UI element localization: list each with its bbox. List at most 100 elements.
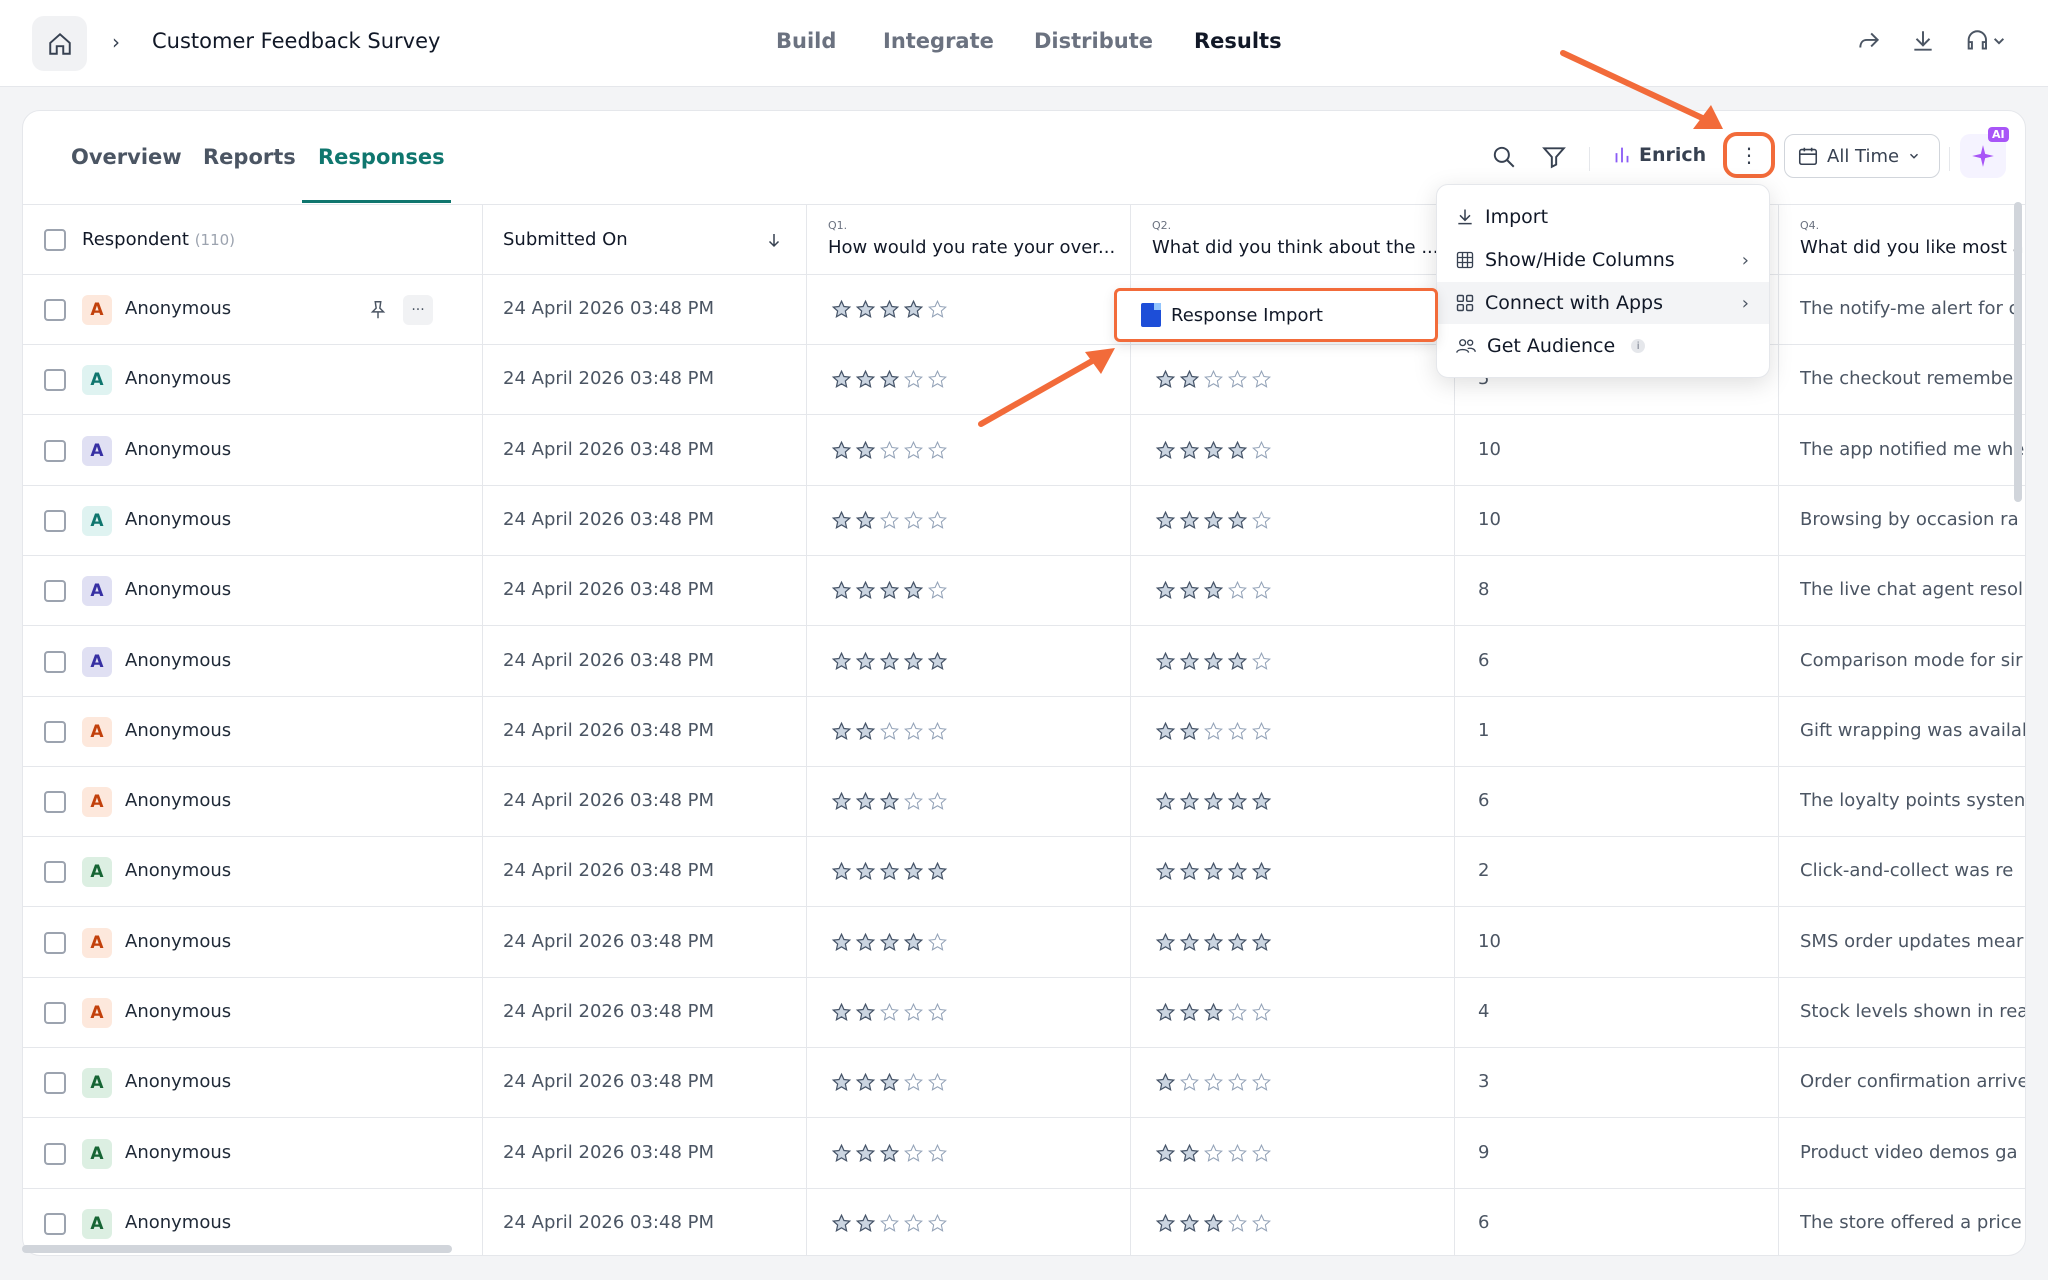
respondent-name[interactable]: Anonymous [125, 860, 231, 881]
horizontal-scrollbar[interactable] [22, 1245, 452, 1253]
date-range-select[interactable]: All Time [1784, 134, 1940, 178]
q2-number: Q2. [1152, 219, 1172, 232]
respondent-name[interactable]: Anonymous [125, 298, 231, 319]
respondent-name[interactable]: Anonymous [125, 1142, 231, 1163]
star-icon [1203, 862, 1224, 881]
pin-icon[interactable] [367, 299, 389, 321]
date-range-value: All Time [1827, 145, 1900, 167]
vertical-scrollbar[interactable] [2014, 202, 2022, 502]
menu-item-get-audience[interactable]: Get Audience i [1437, 325, 1769, 367]
row-checkbox[interactable] [44, 509, 66, 532]
star-icon [855, 791, 876, 811]
submenu-response-import[interactable]: Response Import [1114, 288, 1438, 342]
table-row[interactable]: A Anonymous 24 April 2026 03:48 PM 3 Order c… [23, 1048, 2025, 1119]
row-checkbox[interactable] [44, 369, 66, 392]
tab-responses[interactable]: Responses [318, 145, 445, 169]
q4-answer: Click-and-collect was re [1800, 860, 2014, 882]
row-checkbox[interactable] [44, 1212, 66, 1235]
star-icon [879, 299, 900, 318]
share-icon[interactable] [1856, 28, 1882, 54]
submitted-date: 24 April 2026 03:48 PM [503, 649, 714, 671]
download-icon[interactable] [1910, 28, 1936, 54]
star-icon [904, 792, 923, 810]
filter-icon[interactable] [1541, 144, 1567, 170]
submitted-on-header[interactable]: Submitted On [503, 229, 628, 250]
tab-reports[interactable]: Reports [203, 145, 296, 169]
star-icon [904, 1073, 923, 1092]
menu-item-connect-with-apps[interactable]: Connect with Apps › [1437, 282, 1769, 324]
nav-integrate[interactable]: Integrate [883, 29, 994, 53]
star-icon [903, 580, 924, 600]
respondent-name[interactable]: Anonymous [125, 1001, 231, 1022]
nav-build[interactable]: Build [776, 29, 836, 53]
respondent-name[interactable]: Anonymous [125, 720, 231, 741]
q2-rating [1155, 1072, 1272, 1093]
star-icon [1228, 1143, 1247, 1162]
star-icon [1179, 862, 1200, 881]
q1-header[interactable]: How would you rate your over... [828, 237, 1128, 258]
search-icon[interactable] [1491, 144, 1517, 170]
info-icon[interactable]: i [1631, 339, 1646, 353]
respondent-name[interactable]: Anonymous [125, 579, 231, 600]
row-checkbox[interactable] [44, 791, 66, 814]
respondent-name[interactable]: Anonymous [125, 368, 231, 389]
nav-results[interactable]: Results [1194, 29, 1282, 53]
respondent-name[interactable]: Anonymous [125, 439, 231, 460]
row-more-button[interactable]: ··· [403, 295, 433, 325]
menu-item-import[interactable]: Import [1437, 196, 1769, 238]
menu-item-show-hide-columns[interactable]: Show/Hide Columns › [1437, 239, 1769, 281]
star-icon [880, 1002, 899, 1021]
respondent-name[interactable]: Anonymous [125, 790, 231, 811]
sort-arrow-down-icon[interactable] [765, 231, 783, 249]
star-icon [831, 791, 852, 811]
headset-icon[interactable] [1964, 28, 2008, 54]
table-row[interactable]: A Anonymous 24 April 2026 03:48 PM 8 The liv… [23, 556, 2025, 627]
star-icon [831, 1213, 852, 1232]
respondent-name[interactable]: Anonymous [125, 509, 231, 530]
select-all-checkbox[interactable] [44, 229, 66, 251]
table-row[interactable]: A Anonymous 24 April 2026 03:48 PM 4 Stock l… [23, 978, 2025, 1048]
q4-answer: The app notified me whe [1800, 438, 2025, 460]
row-checkbox[interactable] [44, 720, 66, 743]
row-checkbox[interactable] [44, 439, 66, 462]
row-checkbox[interactable] [44, 861, 66, 884]
row-checkbox[interactable] [44, 299, 66, 321]
q2-header[interactable]: What did you think about the ... [1152, 237, 1452, 258]
nav-distribute[interactable]: Distribute [1034, 29, 1153, 53]
star-icon [855, 651, 876, 670]
row-checkbox[interactable] [44, 1142, 66, 1165]
q2-rating [1155, 791, 1272, 812]
row-checkbox[interactable] [44, 931, 66, 954]
table-row[interactable]: A Anonymous 24 April 2026 03:48 PM 10 SMS or… [23, 908, 2025, 978]
row-checkbox[interactable] [44, 1002, 66, 1024]
respondent-name[interactable]: Anonymous [125, 1071, 231, 1092]
q4-header[interactable]: What did you like most a [1800, 237, 2025, 258]
star-icon [1227, 651, 1248, 670]
table-row[interactable]: A Anonymous 24 April 2026 03:48 PM 10 Browsi… [23, 486, 2025, 556]
q4-answer: Gift wrapping was availal [1800, 719, 2025, 741]
row-checkbox[interactable] [44, 580, 66, 603]
table-row[interactable]: A Anonymous 24 April 2026 03:48 PM 6 The loy… [23, 767, 2025, 838]
respondent-name[interactable]: Anonymous [125, 1212, 231, 1233]
table-row[interactable]: A Anonymous 24 April 2026 03:48 PM 6 Compari… [23, 627, 2025, 697]
star-icon [831, 370, 852, 389]
table-row[interactable]: A Anonymous 24 April 2026 03:48 PM 9 Product… [23, 1119, 2025, 1189]
star-icon [904, 370, 923, 389]
star-icon [1155, 721, 1176, 740]
table-row[interactable]: A Anonymous 24 April 2026 03:48 PM 2 Click-a… [23, 837, 2025, 908]
table-row[interactable]: A Anonymous 24 April 2026 03:48 PM 1 Gift wr… [23, 697, 2025, 767]
enrich-button[interactable]: Enrich [1611, 144, 1706, 166]
row-checkbox[interactable] [44, 1072, 66, 1095]
row-checkbox[interactable] [44, 650, 66, 673]
tab-overview[interactable]: Overview [71, 145, 182, 169]
respondent-name[interactable]: Anonymous [125, 650, 231, 671]
q3-score: 10 [1478, 930, 1501, 952]
star-icon [855, 721, 876, 740]
more-options-button[interactable]: ⋮ [1723, 132, 1775, 178]
star-icon [927, 862, 948, 881]
submitted-date: 24 April 2026 03:48 PM [503, 579, 714, 601]
q1-rating [831, 299, 948, 320]
respondent-header[interactable]: Respondent (110) [82, 229, 235, 250]
star-icon [855, 299, 876, 318]
respondent-name[interactable]: Anonymous [125, 931, 231, 952]
